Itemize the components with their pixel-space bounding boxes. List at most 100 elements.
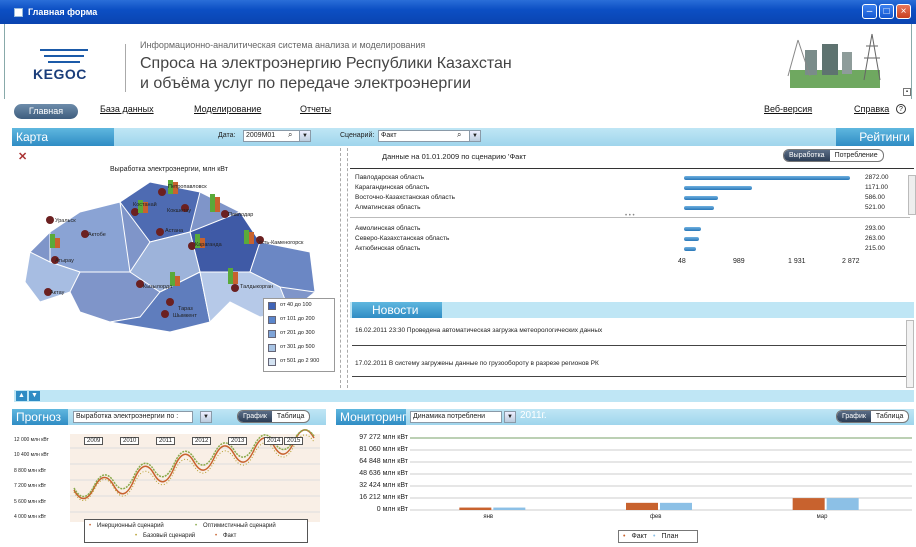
- ratings-axis-tick: 2 872: [842, 258, 860, 265]
- rating-region-name[interactable]: Северо-Казахстанская область: [355, 235, 449, 242]
- nav-tab-home[interactable]: Главная: [14, 104, 78, 119]
- nav-link-reports[interactable]: Отчеты: [300, 104, 331, 114]
- rating-bar: [684, 176, 850, 180]
- legend-swatch: [268, 330, 276, 338]
- y-tick: 7 200 млн кВт: [14, 483, 47, 490]
- map-close-icon[interactable]: ✕: [18, 150, 27, 163]
- monitoring-panel-title: Мониторинг: [336, 409, 407, 425]
- y-tick: 12 000 млн кВт: [14, 437, 49, 443]
- toggle-chart[interactable]: График: [238, 411, 272, 422]
- city-label: Уральск: [55, 218, 76, 224]
- news-item[interactable]: 16.02.2011 23:30 Проведена автоматическа…: [355, 327, 602, 334]
- y-tick: 16 212 млн кВт: [359, 494, 408, 501]
- rating-value: 1171.00: [865, 184, 889, 191]
- x-tick: янв: [483, 514, 494, 520]
- year-label: 2014: [264, 437, 284, 445]
- legend-marker: •: [653, 533, 656, 540]
- ratings-toggle[interactable]: Выработка Потребление: [783, 149, 884, 162]
- toggle-consumption[interactable]: Потребление: [830, 150, 883, 161]
- splitter-bar[interactable]: [14, 390, 914, 402]
- ratings-panel-title: Рейтинги: [836, 128, 914, 146]
- monitoring-toggle[interactable]: График Таблица: [836, 410, 910, 423]
- bar-Факт-мар: [792, 498, 825, 510]
- forecast-toggle[interactable]: График Таблица: [237, 410, 311, 423]
- legend-label: от 201 до 300: [280, 330, 315, 336]
- news-divider: [352, 345, 908, 346]
- forecast-dropdown-button[interactable]: ▼: [200, 411, 212, 423]
- app-title-line2: и объёма услуг по передаче электроэнерги…: [140, 75, 472, 92]
- rating-bar: [684, 227, 701, 231]
- city-label: Шымкент: [173, 313, 197, 319]
- substation-illustration-icon: [787, 33, 881, 88]
- logo-text: KEGOC: [33, 66, 87, 82]
- toggle-table[interactable]: Таблица: [871, 411, 908, 422]
- help-icon[interactable]: ?: [896, 104, 906, 114]
- close-button[interactable]: ×: [896, 4, 911, 19]
- city-label: Кокшетау: [167, 208, 192, 214]
- scenario-search-icon[interactable]: ⌕: [457, 130, 461, 140]
- forecast-legend: • Инерционный сценарий • Оптимистичный с…: [84, 519, 308, 543]
- year-label: 2015: [284, 437, 304, 445]
- legend-marker: •: [623, 533, 626, 540]
- year-label: 2012: [192, 437, 212, 445]
- forecast-years: 2009 2010 2011 2012 2013 2014 2015: [84, 437, 304, 447]
- ratings-splitter-dots[interactable]: • • •: [625, 213, 635, 219]
- toggle-production[interactable]: Выработка: [784, 150, 830, 161]
- minimize-button[interactable]: –: [862, 4, 877, 19]
- rating-region-name[interactable]: Карагандинская область: [355, 184, 429, 191]
- scenario-label: Сценарий:: [340, 132, 375, 139]
- bar-План-мар: [826, 498, 859, 510]
- y-tick: 81 060 млн кВт: [359, 446, 408, 453]
- legend-swatch: [268, 316, 276, 324]
- year-label: 2011: [156, 437, 175, 445]
- forecast-select[interactable]: Выработка электроэнергии по :: [73, 411, 193, 423]
- rating-value: 521.00: [865, 204, 885, 211]
- rating-region-name[interactable]: Павлодарская область: [355, 174, 424, 181]
- legend-swatch: [268, 302, 276, 310]
- app-icon: [14, 7, 23, 17]
- bar-План-янв: [493, 507, 526, 510]
- window-titlebar: Главная форма: [0, 0, 916, 24]
- date-search-icon[interactable]: ⌕: [288, 130, 292, 140]
- collapse-down-icon[interactable]: ▼: [29, 391, 40, 401]
- collapse-up-icon[interactable]: ▲: [16, 391, 27, 401]
- legend-label: от 301 до 500: [280, 344, 315, 350]
- ratings-axis-tick: 1 931: [788, 258, 806, 265]
- rating-region-name[interactable]: Акмолинская область: [355, 225, 420, 232]
- rating-bar: [684, 206, 715, 210]
- monitoring-dropdown-button[interactable]: ▼: [504, 411, 516, 423]
- rating-bar: [684, 237, 700, 241]
- nav-link-web-version[interactable]: Веб-версия: [764, 104, 812, 114]
- news-scrollbar[interactable]: [906, 320, 914, 388]
- nav-link-modeling[interactable]: Моделирование: [194, 104, 261, 114]
- year-label: 2009: [84, 437, 104, 445]
- app-title-line1: Спроса на электроэнергию Республики Каза…: [140, 55, 512, 72]
- maximize-button[interactable]: □: [879, 4, 894, 19]
- news-item[interactable]: 17.02.2011 В систему загружены данные по…: [355, 360, 599, 367]
- city-label: Костанай: [133, 202, 157, 208]
- vertical-splitter[interactable]: [340, 148, 348, 388]
- legend-label: Факт: [223, 533, 237, 539]
- rating-value: 2872.00: [865, 174, 889, 181]
- rating-region-name[interactable]: Восточно-Казахстанская область: [355, 194, 455, 201]
- y-tick: 0 млн кВт: [376, 506, 408, 513]
- toggle-table[interactable]: Таблица: [272, 411, 309, 422]
- city-label: Павлодар: [228, 212, 254, 218]
- legend-marker: •: [135, 533, 138, 539]
- scenario-dropdown-button[interactable]: ▼: [469, 130, 481, 142]
- nav-link-help[interactable]: Справка: [854, 104, 889, 114]
- monitoring-chart[interactable]: [336, 430, 914, 546]
- date-dropdown-button[interactable]: ▼: [299, 130, 311, 142]
- ratings-scrollbar[interactable]: [908, 175, 916, 215]
- toggle-chart[interactable]: График: [837, 411, 871, 422]
- rating-bar: [684, 186, 752, 190]
- nav-link-database[interactable]: База данных: [100, 104, 154, 114]
- monitoring-select[interactable]: Динамика потреблени: [410, 411, 502, 423]
- rating-region-name[interactable]: Актюбинская область: [355, 245, 420, 252]
- rating-region-name[interactable]: Алматинская область: [355, 204, 421, 211]
- legend-swatch: [268, 344, 276, 352]
- x-tick: фев: [650, 514, 662, 520]
- bar-Факт-фев: [626, 502, 658, 510]
- legend-label: от 501 до 2 900: [280, 358, 320, 364]
- header-expand-icon[interactable]: ▪: [903, 88, 911, 96]
